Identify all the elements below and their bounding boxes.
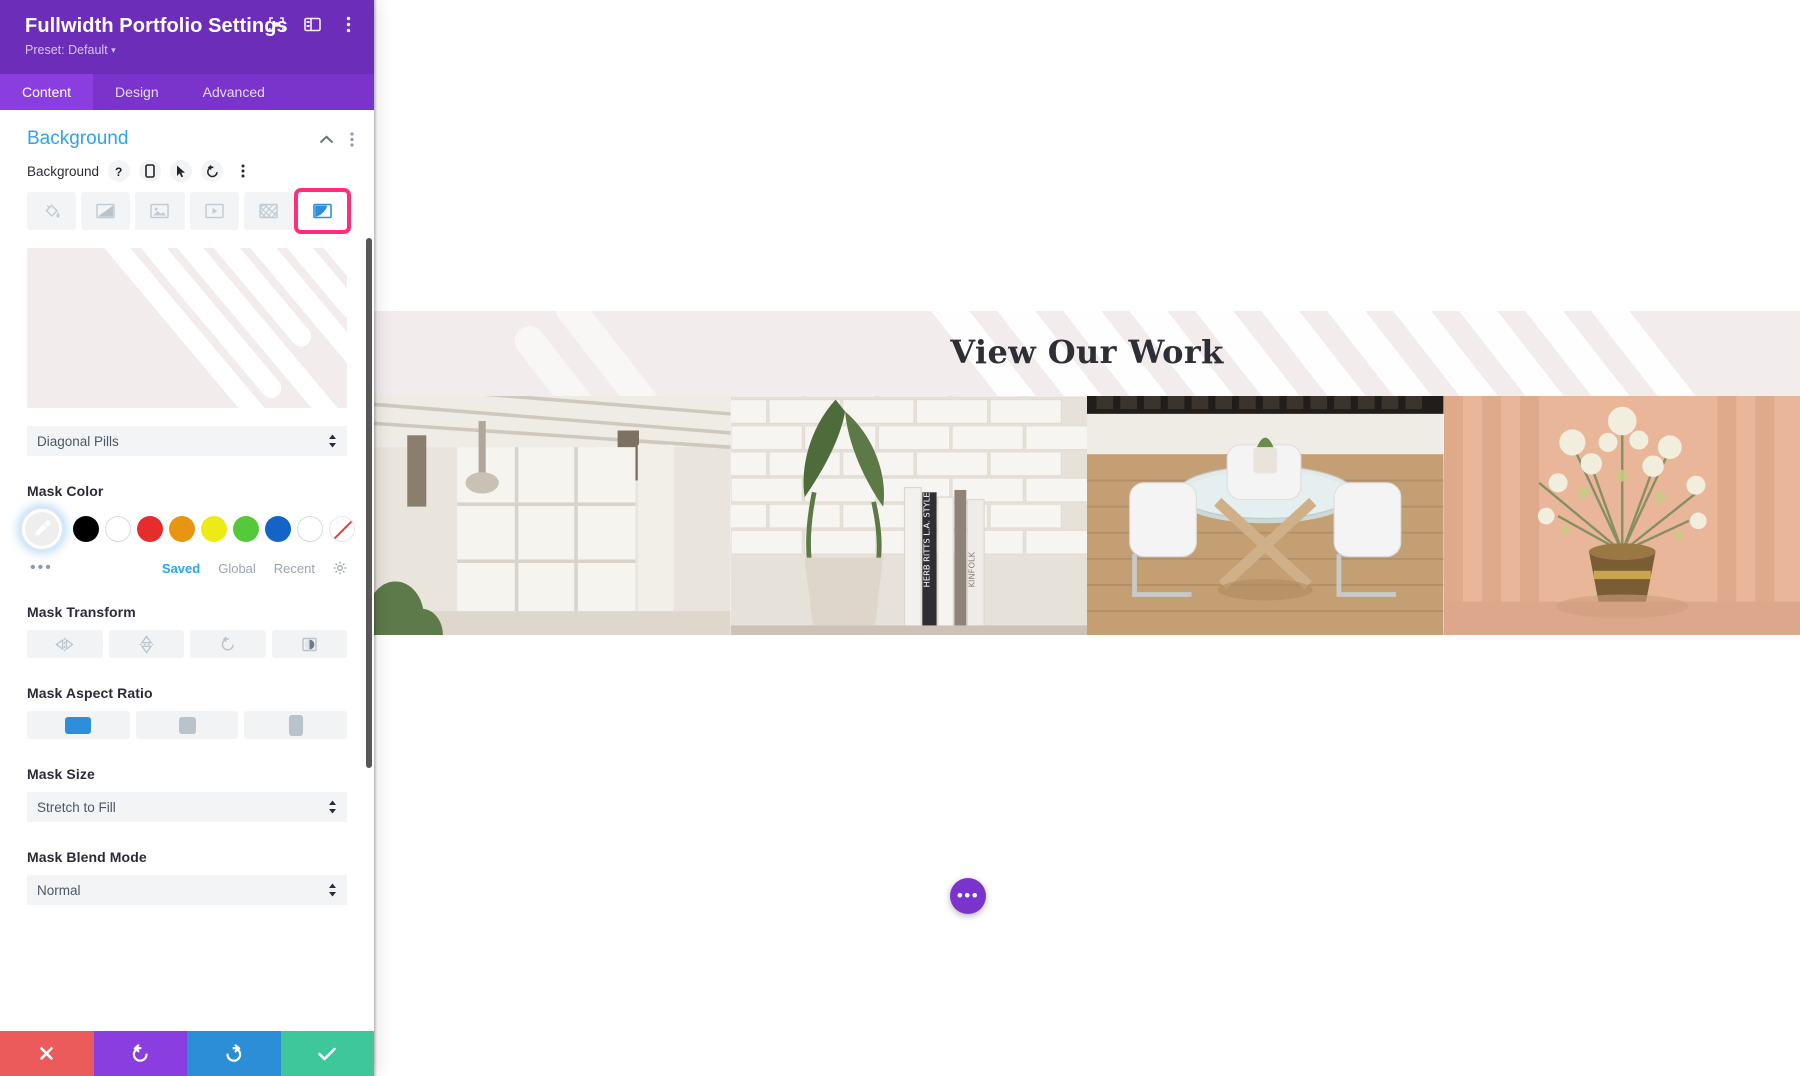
panel-scroll-area: Background Background ? Diagonal Pills M… bbox=[0, 110, 374, 1031]
save-button[interactable] bbox=[280, 1031, 374, 1076]
mask-color-swatches bbox=[0, 509, 374, 549]
background-pattern-button[interactable] bbox=[243, 192, 293, 230]
panel-edge-shadow bbox=[374, 0, 377, 1076]
portfolio-image-dining-set[interactable] bbox=[1087, 396, 1444, 635]
panel-body: Background Background ? Diagonal Pills M… bbox=[0, 110, 374, 1031]
mask-blend-mode-value: Normal bbox=[37, 882, 81, 898]
chevron-down-icon: ▾ bbox=[111, 45, 116, 55]
gear-icon[interactable] bbox=[333, 561, 347, 575]
mask-transform-label: Mask Transform bbox=[27, 604, 136, 620]
background-color-button[interactable] bbox=[27, 192, 77, 230]
background-image-button[interactable] bbox=[135, 192, 185, 230]
mask-style-value: Diagonal Pills bbox=[37, 433, 119, 449]
preset-selector[interactable]: Preset: Default ▾ bbox=[25, 43, 354, 58]
swatch-white[interactable] bbox=[105, 516, 131, 542]
more-colors-button[interactable]: ••• bbox=[30, 559, 53, 577]
panel-header-icons bbox=[266, 14, 358, 34]
portfolio-image-books-plant[interactable]: HERB RITTS L.A. STYLE KINFOLK bbox=[730, 396, 1087, 635]
background-gradient-button[interactable] bbox=[81, 192, 131, 230]
color-tab-recent[interactable]: Recent bbox=[274, 561, 315, 576]
background-type-row bbox=[27, 188, 352, 234]
background-label-row: Background ? bbox=[27, 160, 347, 182]
portfolio-image-flower-vase[interactable] bbox=[1443, 396, 1800, 635]
portrait-shape-icon bbox=[288, 714, 303, 736]
color-tab-saved[interactable]: Saved bbox=[162, 561, 200, 576]
mask-preview bbox=[27, 248, 347, 408]
select-arrows-icon bbox=[328, 434, 337, 448]
module-settings-panel: Fullwidth Portfolio Settings Preset: Def… bbox=[0, 0, 374, 1076]
mask-style-select[interactable]: Diagonal Pills bbox=[27, 426, 347, 456]
swatch-green[interactable] bbox=[233, 516, 259, 542]
background-mask-button[interactable] bbox=[293, 188, 352, 234]
flip-horizontal-icon[interactable] bbox=[27, 630, 103, 658]
select-arrows-icon bbox=[328, 800, 337, 814]
hero-title: View Our Work bbox=[950, 333, 1224, 371]
tab-content[interactable]: Content bbox=[0, 74, 94, 110]
swatch-no-color[interactable] bbox=[329, 516, 355, 542]
color-tab-global[interactable]: Global bbox=[218, 561, 256, 576]
kebab-menu-icon[interactable] bbox=[338, 14, 358, 34]
mask-size-label: Mask Size bbox=[27, 766, 95, 782]
invert-icon[interactable] bbox=[271, 630, 347, 658]
flip-vertical-icon[interactable] bbox=[108, 630, 184, 658]
hero-section: View Our Work HERB RITTS L.A. STYLE KINF… bbox=[374, 311, 1800, 635]
aspect-portrait-button[interactable] bbox=[244, 711, 348, 739]
background-field-label: Background bbox=[27, 163, 100, 179]
portfolio-image-loft-window[interactable] bbox=[374, 396, 731, 635]
swatch-red[interactable] bbox=[137, 516, 163, 542]
portfolio-gallery: HERB RITTS L.A. STYLE KINFOLK bbox=[374, 396, 1800, 635]
color-source-tabs: Saved Global Recent bbox=[162, 561, 347, 576]
panel-header: Fullwidth Portfolio Settings Preset: Def… bbox=[0, 0, 374, 74]
panel-tabs: Content Design Advanced bbox=[0, 74, 374, 110]
background-video-button[interactable] bbox=[189, 192, 239, 230]
preset-label: Preset: Default bbox=[25, 43, 108, 57]
page-preview: View Our Work HERB RITTS L.A. STYLE KINF… bbox=[374, 0, 1800, 1076]
swatch-orange[interactable] bbox=[169, 516, 195, 542]
expand-icon[interactable] bbox=[266, 14, 286, 34]
svg-text:?: ? bbox=[115, 165, 122, 178]
hover-icon[interactable] bbox=[170, 160, 193, 182]
swatch-black[interactable] bbox=[73, 516, 99, 542]
background-field: Background ? bbox=[0, 160, 374, 234]
rotate-icon[interactable] bbox=[190, 630, 266, 658]
swatch-yellow[interactable] bbox=[201, 516, 227, 542]
svg-text:KINFOLK: KINFOLK bbox=[966, 551, 976, 587]
help-icon[interactable]: ? bbox=[108, 160, 131, 182]
mask-aspect-ratio-label: Mask Aspect Ratio bbox=[27, 685, 153, 701]
eyedropper-button[interactable] bbox=[22, 509, 62, 549]
tab-design[interactable]: Design bbox=[93, 74, 181, 110]
kebab-menu-icon[interactable] bbox=[232, 160, 254, 182]
chevron-up-icon[interactable] bbox=[319, 134, 334, 144]
undo-button[interactable] bbox=[93, 1031, 187, 1076]
square-shape-icon bbox=[178, 716, 196, 734]
mask-color-meta-row: ••• Saved Global Recent bbox=[0, 549, 374, 577]
mask-size-value: Stretch to Fill bbox=[37, 799, 116, 815]
panel-scrollbar[interactable] bbox=[366, 238, 372, 768]
layout-toggle-icon[interactable] bbox=[302, 14, 322, 34]
swatch-blue[interactable] bbox=[265, 516, 291, 542]
tab-advanced[interactable]: Advanced bbox=[181, 74, 287, 110]
select-arrows-icon bbox=[328, 883, 337, 897]
mask-blend-mode-select[interactable]: Normal bbox=[27, 875, 347, 905]
mask-color-label: Mask Color bbox=[27, 483, 104, 499]
aspect-square-button[interactable] bbox=[135, 711, 239, 739]
svg-text:HERB RITTS L.A. STYLE: HERB RITTS L.A. STYLE bbox=[921, 492, 931, 587]
mask-blend-mode-label: Mask Blend Mode bbox=[27, 849, 147, 865]
mask-aspect-ratio-buttons bbox=[0, 711, 374, 739]
cancel-button[interactable] bbox=[0, 1031, 94, 1076]
redo-button[interactable] bbox=[187, 1031, 281, 1076]
aspect-landscape-button[interactable] bbox=[27, 711, 130, 739]
kebab-menu-icon[interactable] bbox=[350, 131, 354, 147]
responsive-icon[interactable] bbox=[139, 160, 162, 182]
background-section-header: Background bbox=[0, 110, 374, 160]
swatch-empty[interactable] bbox=[297, 516, 323, 542]
section-title: Background bbox=[27, 128, 129, 149]
landscape-shape-icon bbox=[65, 716, 92, 734]
app-root: View Our Work HERB RITTS L.A. STYLE KINF… bbox=[0, 0, 1800, 1076]
mask-transform-buttons bbox=[0, 630, 374, 658]
reset-icon[interactable] bbox=[201, 160, 224, 182]
page-settings-fab[interactable]: ••• bbox=[950, 878, 986, 914]
mask-size-select[interactable]: Stretch to Fill bbox=[27, 792, 347, 822]
panel-action-bar bbox=[0, 1031, 374, 1076]
